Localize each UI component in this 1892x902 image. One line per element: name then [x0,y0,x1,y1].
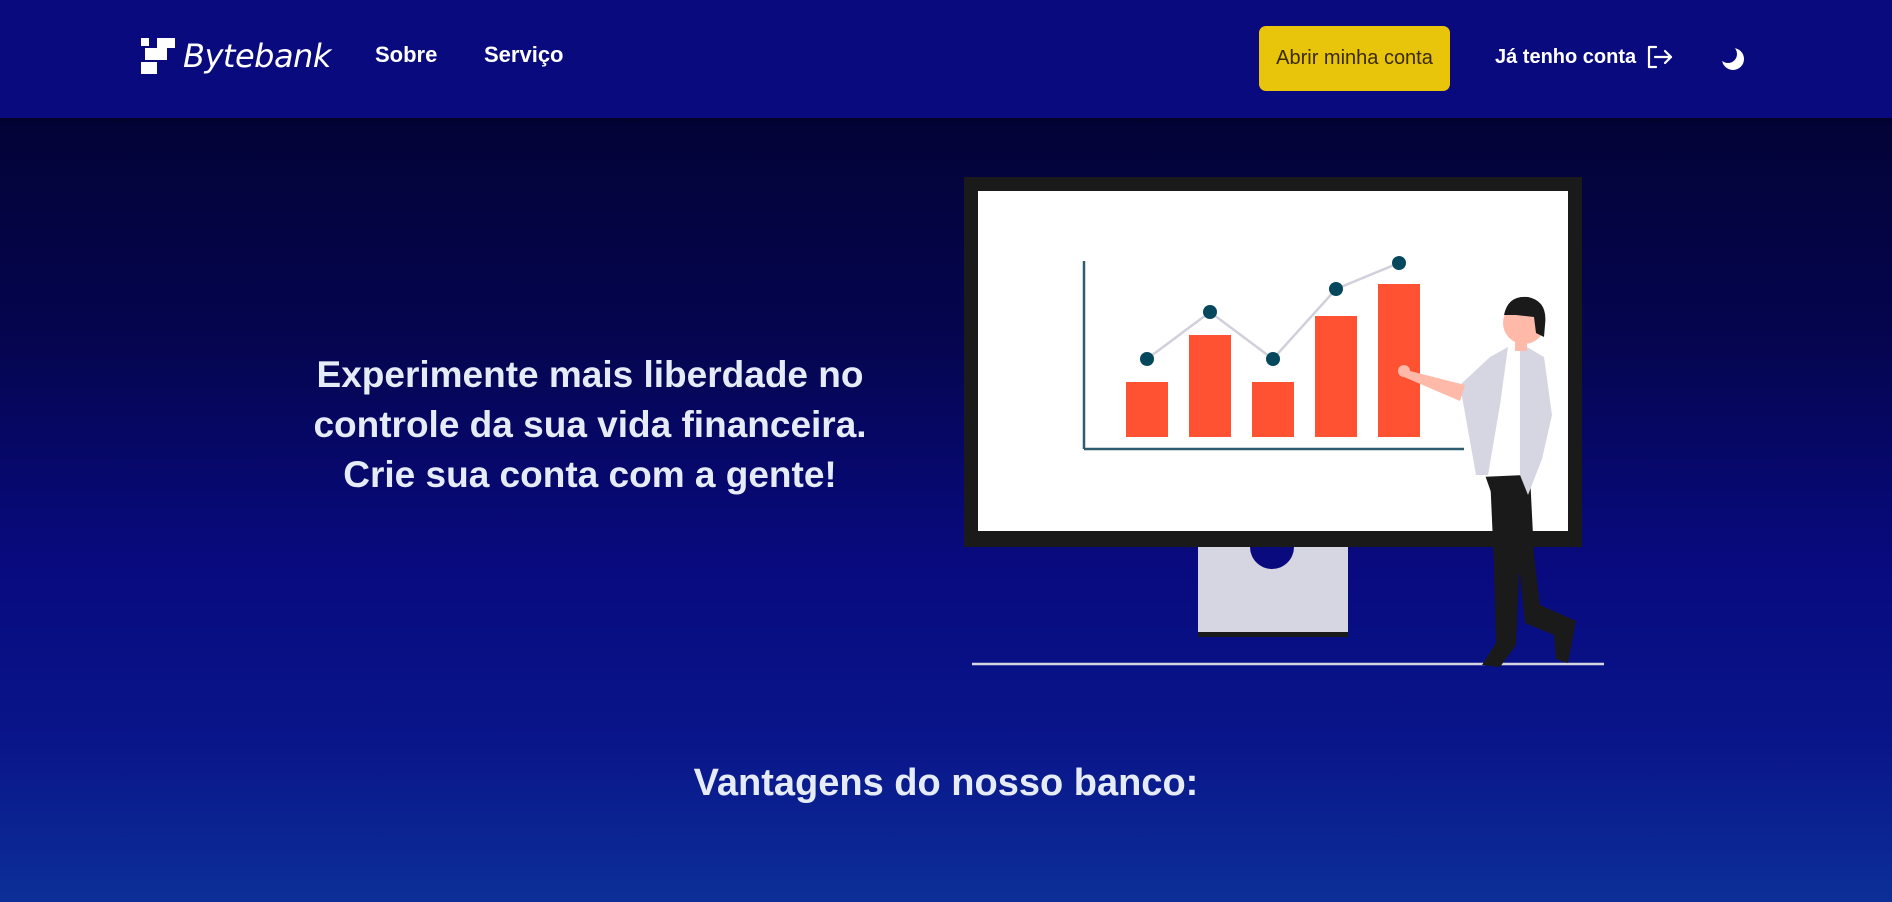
chart-bar [1378,284,1420,437]
chart-point [1329,282,1343,296]
nav-link-servico[interactable]: Serviço [484,42,564,68]
chart-bar [1189,335,1231,437]
chart-point [1266,352,1280,366]
chart-bar [1315,316,1357,437]
hero-line-3: Crie sua conta com a gente! [343,454,837,495]
chart-bar [1252,382,1294,437]
open-account-button[interactable]: Abrir minha conta [1259,26,1450,91]
login-link[interactable]: Já tenho conta [1495,44,1674,70]
advantages-title: Vantagens do nosso banco: [693,761,1199,804]
chart-point [1392,256,1406,270]
bytebank-logo-icon [141,38,175,74]
hero-headline: Experimente mais liberdade no controle d… [290,350,890,500]
brand-name: Bytebank [183,37,331,75]
chart-point [1203,305,1217,319]
brand-logo[interactable]: Bytebank [141,36,331,76]
hero-illustration [964,177,1604,667]
login-label: Já tenho conta [1495,45,1637,68]
sign-in-icon [1648,45,1673,69]
hero-line-1: Experimente mais liberdade no [316,354,864,395]
navbar: Bytebank Sobre Serviço Abrir minha conta… [0,0,1892,118]
chart-bar [1126,382,1168,437]
moon-icon[interactable] [1719,45,1747,73]
chart-point [1140,352,1154,366]
nav-link-sobre[interactable]: Sobre [375,42,437,68]
hero-line-2: controle da sua vida financeira. [313,404,867,445]
